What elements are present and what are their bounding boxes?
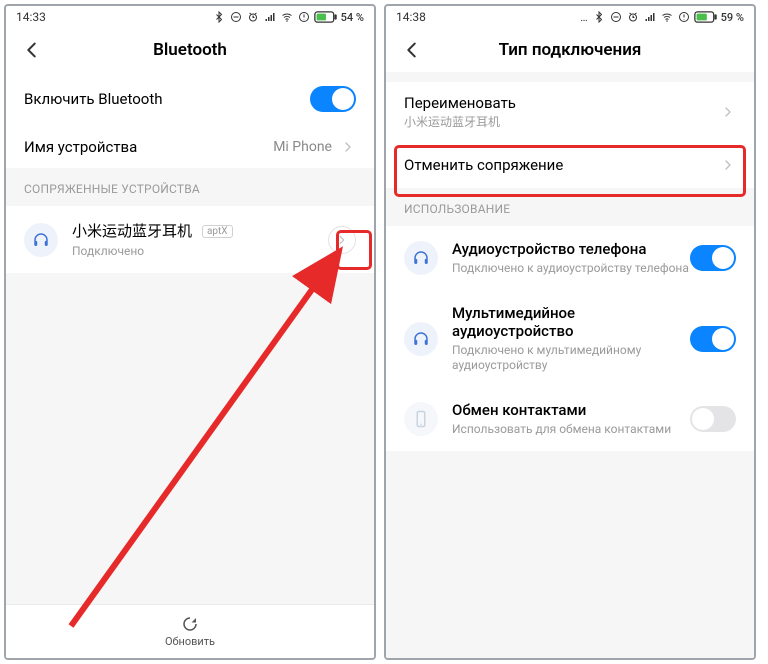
footer-refresh-label: Обновить bbox=[165, 635, 215, 648]
phone-audio-toggle[interactable] bbox=[690, 245, 736, 271]
chevron-left-icon bbox=[401, 39, 423, 61]
bluetooth-toggle[interactable] bbox=[310, 86, 356, 112]
paired-device-status: Подключено bbox=[72, 244, 328, 259]
chevron-right-icon bbox=[720, 157, 736, 173]
device-name-value: Mi Phone bbox=[273, 139, 332, 155]
bluetooth-toggle-label: Включить Bluetooth bbox=[24, 90, 310, 108]
bluetooth-icon bbox=[592, 11, 606, 23]
status-battery: 59 % bbox=[721, 11, 744, 24]
wifi-icon bbox=[660, 11, 674, 23]
bluetooth-toggle-row[interactable]: Включить Bluetooth bbox=[6, 72, 374, 126]
chevron-right-icon bbox=[340, 139, 356, 155]
battery-icon bbox=[694, 11, 718, 23]
codec-badge: aptX bbox=[202, 225, 233, 238]
contacts-label: Обмен контактами bbox=[452, 401, 690, 419]
section-usage: ИСПОЛЬЗОВАНИЕ bbox=[386, 188, 754, 226]
phone-audio-row[interactable]: Аудиоустройство телефона Подключено к ау… bbox=[386, 226, 754, 290]
dnd-icon bbox=[609, 11, 623, 23]
status-icons: … 59 % bbox=[580, 11, 744, 24]
rename-label: Переименовать bbox=[404, 94, 720, 112]
alarm-icon bbox=[246, 11, 260, 23]
chevron-right-icon bbox=[335, 233, 349, 247]
unpair-label: Отменить сопряжение bbox=[404, 156, 720, 174]
page-title: Bluetooth bbox=[153, 40, 227, 60]
phone-audio-sub: Подключено к аудиоустройству телефона bbox=[452, 261, 690, 276]
rename-sub: 小米运动蓝牙耳机 bbox=[404, 115, 720, 130]
paired-device-row[interactable]: 小米运动蓝牙耳机 aptX Подключено bbox=[6, 206, 374, 273]
alarm-icon bbox=[626, 11, 640, 23]
paired-device-name: 小米运动蓝牙耳机 bbox=[72, 222, 192, 240]
contacts-sub: Использовать для обмена контактами bbox=[452, 422, 690, 437]
media-audio-toggle[interactable] bbox=[690, 326, 736, 352]
bluetooth-icon bbox=[212, 11, 226, 23]
status-time: 14:33 bbox=[16, 10, 46, 24]
contacts-row[interactable]: Обмен контактами Использовать для обмена… bbox=[386, 387, 754, 451]
device-name-label: Имя устройства bbox=[24, 138, 273, 156]
nosync-icon bbox=[297, 11, 311, 23]
media-audio-sub: Подключено к мультимедийному аудиоустрой… bbox=[452, 343, 690, 373]
rename-row[interactable]: Переименовать 小米运动蓝牙耳机 bbox=[386, 82, 754, 142]
phone-audio-label: Аудиоустройство телефона bbox=[452, 240, 690, 258]
device-details-button[interactable] bbox=[328, 226, 356, 254]
status-bar: 14:38 … 59 % bbox=[386, 6, 754, 28]
chevron-right-icon bbox=[720, 104, 736, 120]
back-button[interactable] bbox=[20, 38, 44, 62]
page-title: Тип подключения bbox=[499, 40, 642, 60]
status-battery: 54 % bbox=[341, 11, 364, 24]
empty-area bbox=[386, 451, 754, 658]
wifi-icon bbox=[280, 11, 294, 23]
media-audio-label: Мультимедийное аудиоустройство bbox=[452, 304, 690, 340]
signal-icon bbox=[643, 11, 657, 23]
headphones-icon bbox=[404, 322, 438, 356]
empty-area bbox=[6, 273, 374, 604]
refresh-icon bbox=[181, 615, 199, 633]
status-icons: 54 % bbox=[212, 11, 364, 24]
headphones-icon bbox=[24, 223, 58, 257]
dnd-icon bbox=[229, 11, 243, 23]
section-paired-devices: СОПРЯЖЕННЫЕ УСТРОЙСТВА bbox=[6, 168, 374, 206]
chevron-left-icon bbox=[21, 39, 43, 61]
header: Тип подключения bbox=[386, 28, 754, 72]
signal-icon bbox=[263, 11, 277, 23]
nosync-icon bbox=[677, 11, 691, 23]
unpair-row[interactable]: Отменить сопряжение bbox=[386, 142, 754, 188]
phone-left-bluetooth: 14:33 54 % Bluetooth Включить Bluetooth bbox=[4, 4, 376, 660]
phone-right-connection-type: 14:38 … 59 % Тип подключения Переим bbox=[384, 4, 756, 660]
battery-icon bbox=[314, 11, 338, 23]
footer-refresh[interactable]: Обновить bbox=[6, 604, 374, 658]
back-button[interactable] bbox=[400, 38, 424, 62]
header: Bluetooth bbox=[6, 28, 374, 72]
device-name-row[interactable]: Имя устройства Mi Phone bbox=[6, 126, 374, 168]
status-time: 14:38 bbox=[396, 10, 426, 24]
media-audio-row[interactable]: Мультимедийное аудиоустройство Подключен… bbox=[386, 290, 754, 387]
contacts-toggle[interactable] bbox=[690, 406, 736, 432]
phone-icon bbox=[404, 402, 438, 436]
status-bar: 14:33 54 % bbox=[6, 6, 374, 28]
headphones-icon bbox=[404, 241, 438, 275]
